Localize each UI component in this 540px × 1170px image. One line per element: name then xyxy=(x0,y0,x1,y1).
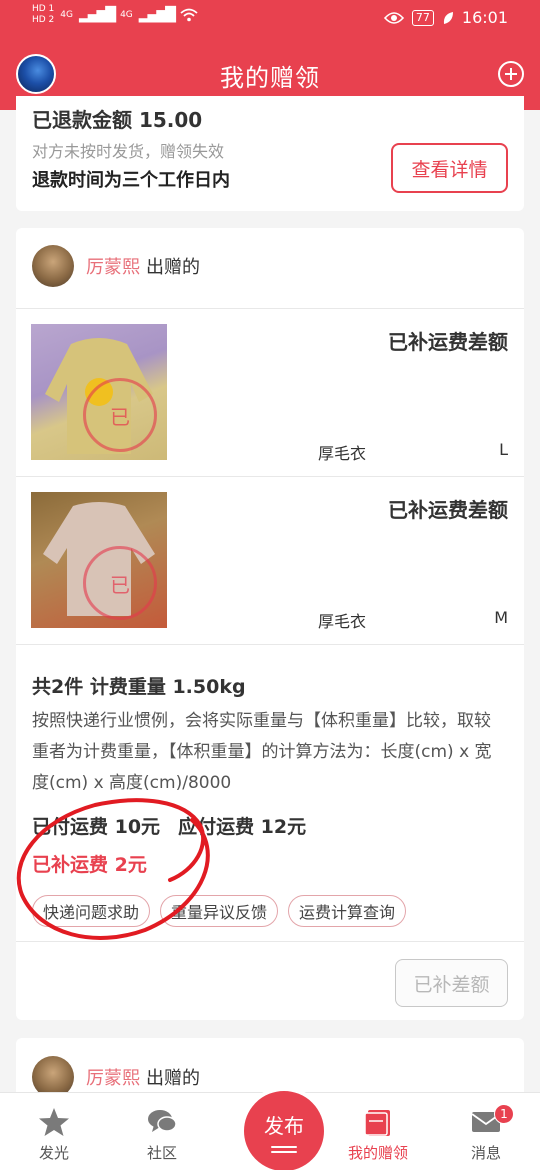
leaf-icon xyxy=(443,11,453,24)
publish-button[interactable]: 发布 xyxy=(240,1087,328,1170)
tab-messages[interactable]: 消息 1 xyxy=(432,1093,540,1170)
signal1-icon: ▂▄▆█ xyxy=(79,6,116,23)
gift-box-icon xyxy=(364,1110,390,1136)
bottom-tab-bar: 发光 社区 发布 我的赠领 消息 1 xyxy=(0,1087,540,1170)
status-right: 77 16:01 xyxy=(383,8,508,27)
status-bar: HD 1 HD 2 4G ▂▄▆█ 4G ▂▄▆█ 77 16:01 xyxy=(0,0,540,38)
item-status: 已补运费差额 xyxy=(388,330,508,354)
item-status: 已补运费差额 xyxy=(388,498,508,522)
add-button[interactable] xyxy=(498,61,524,87)
item-photo-sweater-yellow[interactable]: 已 xyxy=(31,324,167,460)
tag-fee-calculator[interactable]: 运费计算查询 xyxy=(288,895,407,927)
stamp-mark: 已 xyxy=(83,378,157,452)
signal2-icon: ▂▄▆█ xyxy=(138,6,176,23)
fee-line: 已付运费 10元 应付运费 12元 xyxy=(32,812,324,839)
stamp-mark: 已 xyxy=(83,546,157,620)
view-details-button[interactable]: 查看详情 xyxy=(391,143,508,193)
sim2-label: HD 2 xyxy=(32,15,55,25)
tab-label: 发光 xyxy=(38,1144,69,1162)
giver-suffix: 出赠的 xyxy=(146,257,200,278)
eye-icon xyxy=(383,11,404,24)
giver-name[interactable]: 厉蒙熙 xyxy=(86,257,140,278)
refund-card: 已退款金额 15.00 对方未按时发货，赠领失效 退款时间为三个工作日内 查看详… xyxy=(16,96,524,211)
tab-label: 我的赠领 xyxy=(347,1144,408,1162)
extra-paid-fee: 已补运费 2元 xyxy=(32,854,147,876)
message-count-badge: 1 xyxy=(494,1104,514,1124)
sim-indicators: HD 1 HD 2 xyxy=(32,4,54,26)
sim1-label: HD 1 xyxy=(32,4,55,14)
refund-time-note: 退款时间为三个工作日内 xyxy=(32,170,230,191)
paid-difference-button[interactable]: 已补差额 xyxy=(395,959,508,1007)
publish-label: 发布 xyxy=(264,1113,304,1138)
star-icon xyxy=(39,1108,69,1136)
tab-label: 社区 xyxy=(146,1144,177,1162)
status-left: HD 1 HD 2 4G ▂▄▆█ 4G ▂▄▆█ xyxy=(32,4,198,26)
refund-reason: 对方未按时发货，赠领失效 xyxy=(32,142,225,161)
network2-label: 4G xyxy=(120,9,133,20)
tab-glow[interactable]: 发光 xyxy=(0,1093,108,1170)
giver-name[interactable]: 厉蒙熙 xyxy=(86,1068,140,1089)
tab-my-gifts[interactable]: 我的赠领 xyxy=(324,1093,432,1170)
list-item[interactable]: 已 已补运费差额 厚毛衣 L xyxy=(16,308,524,476)
tab-label: 消息 xyxy=(470,1144,501,1162)
network1-label: 4G xyxy=(60,9,73,20)
wifi-icon xyxy=(180,8,198,22)
item-size: M xyxy=(494,608,508,627)
publish-icon xyxy=(271,1143,297,1153)
item-size: L xyxy=(499,440,508,459)
item-photo-sweater-beige[interactable]: 已 xyxy=(31,492,167,628)
giver-suffix: 出赠的 xyxy=(146,1068,200,1089)
page-title: 我的赠领 xyxy=(220,64,320,92)
tag-courier-help[interactable]: 快递问题求助 xyxy=(32,895,151,927)
summary-description: 按照快递行业惯例，会将实际重量与【体积重量】比较，取较重者为计费重量，【体积重量… xyxy=(32,711,492,793)
battery-indicator: 77 xyxy=(411,9,434,26)
chat-bubbles-icon xyxy=(148,1110,177,1132)
summary-title: 共2件 计费重量 1.50kg xyxy=(32,676,246,698)
list-item[interactable]: 已 已补运费差额 厚毛衣 M xyxy=(16,476,524,644)
giver-avatar[interactable] xyxy=(32,245,74,287)
refund-amount: 已退款金额 15.00 xyxy=(32,108,203,132)
clock: 16:01 xyxy=(461,8,508,27)
due-fee: 应付运费 12元 xyxy=(178,816,307,838)
item-name: 厚毛衣 xyxy=(318,612,367,631)
help-tags: 快递问题求助 重量异议反馈 运费计算查询 xyxy=(32,895,407,927)
tab-community[interactable]: 社区 xyxy=(108,1093,216,1170)
gift-card: 厉蒙熙 出赠的 已 已补运费差额 厚毛衣 L 已 已补运费差额 厚毛衣 M 共2件… xyxy=(16,228,524,1020)
top-bar: HD 1 HD 2 4G ▂▄▆█ 4G ▂▄▆█ 77 16:01 我的赠领 xyxy=(0,0,540,110)
paid-fee: 已付运费 10元 xyxy=(32,816,161,838)
divider xyxy=(16,644,524,645)
giver-row[interactable]: 厉蒙熙 出赠的 xyxy=(32,245,200,287)
item-name: 厚毛衣 xyxy=(318,444,367,463)
tag-weight-dispute[interactable]: 重量异议反馈 xyxy=(160,895,279,927)
divider xyxy=(16,941,524,942)
